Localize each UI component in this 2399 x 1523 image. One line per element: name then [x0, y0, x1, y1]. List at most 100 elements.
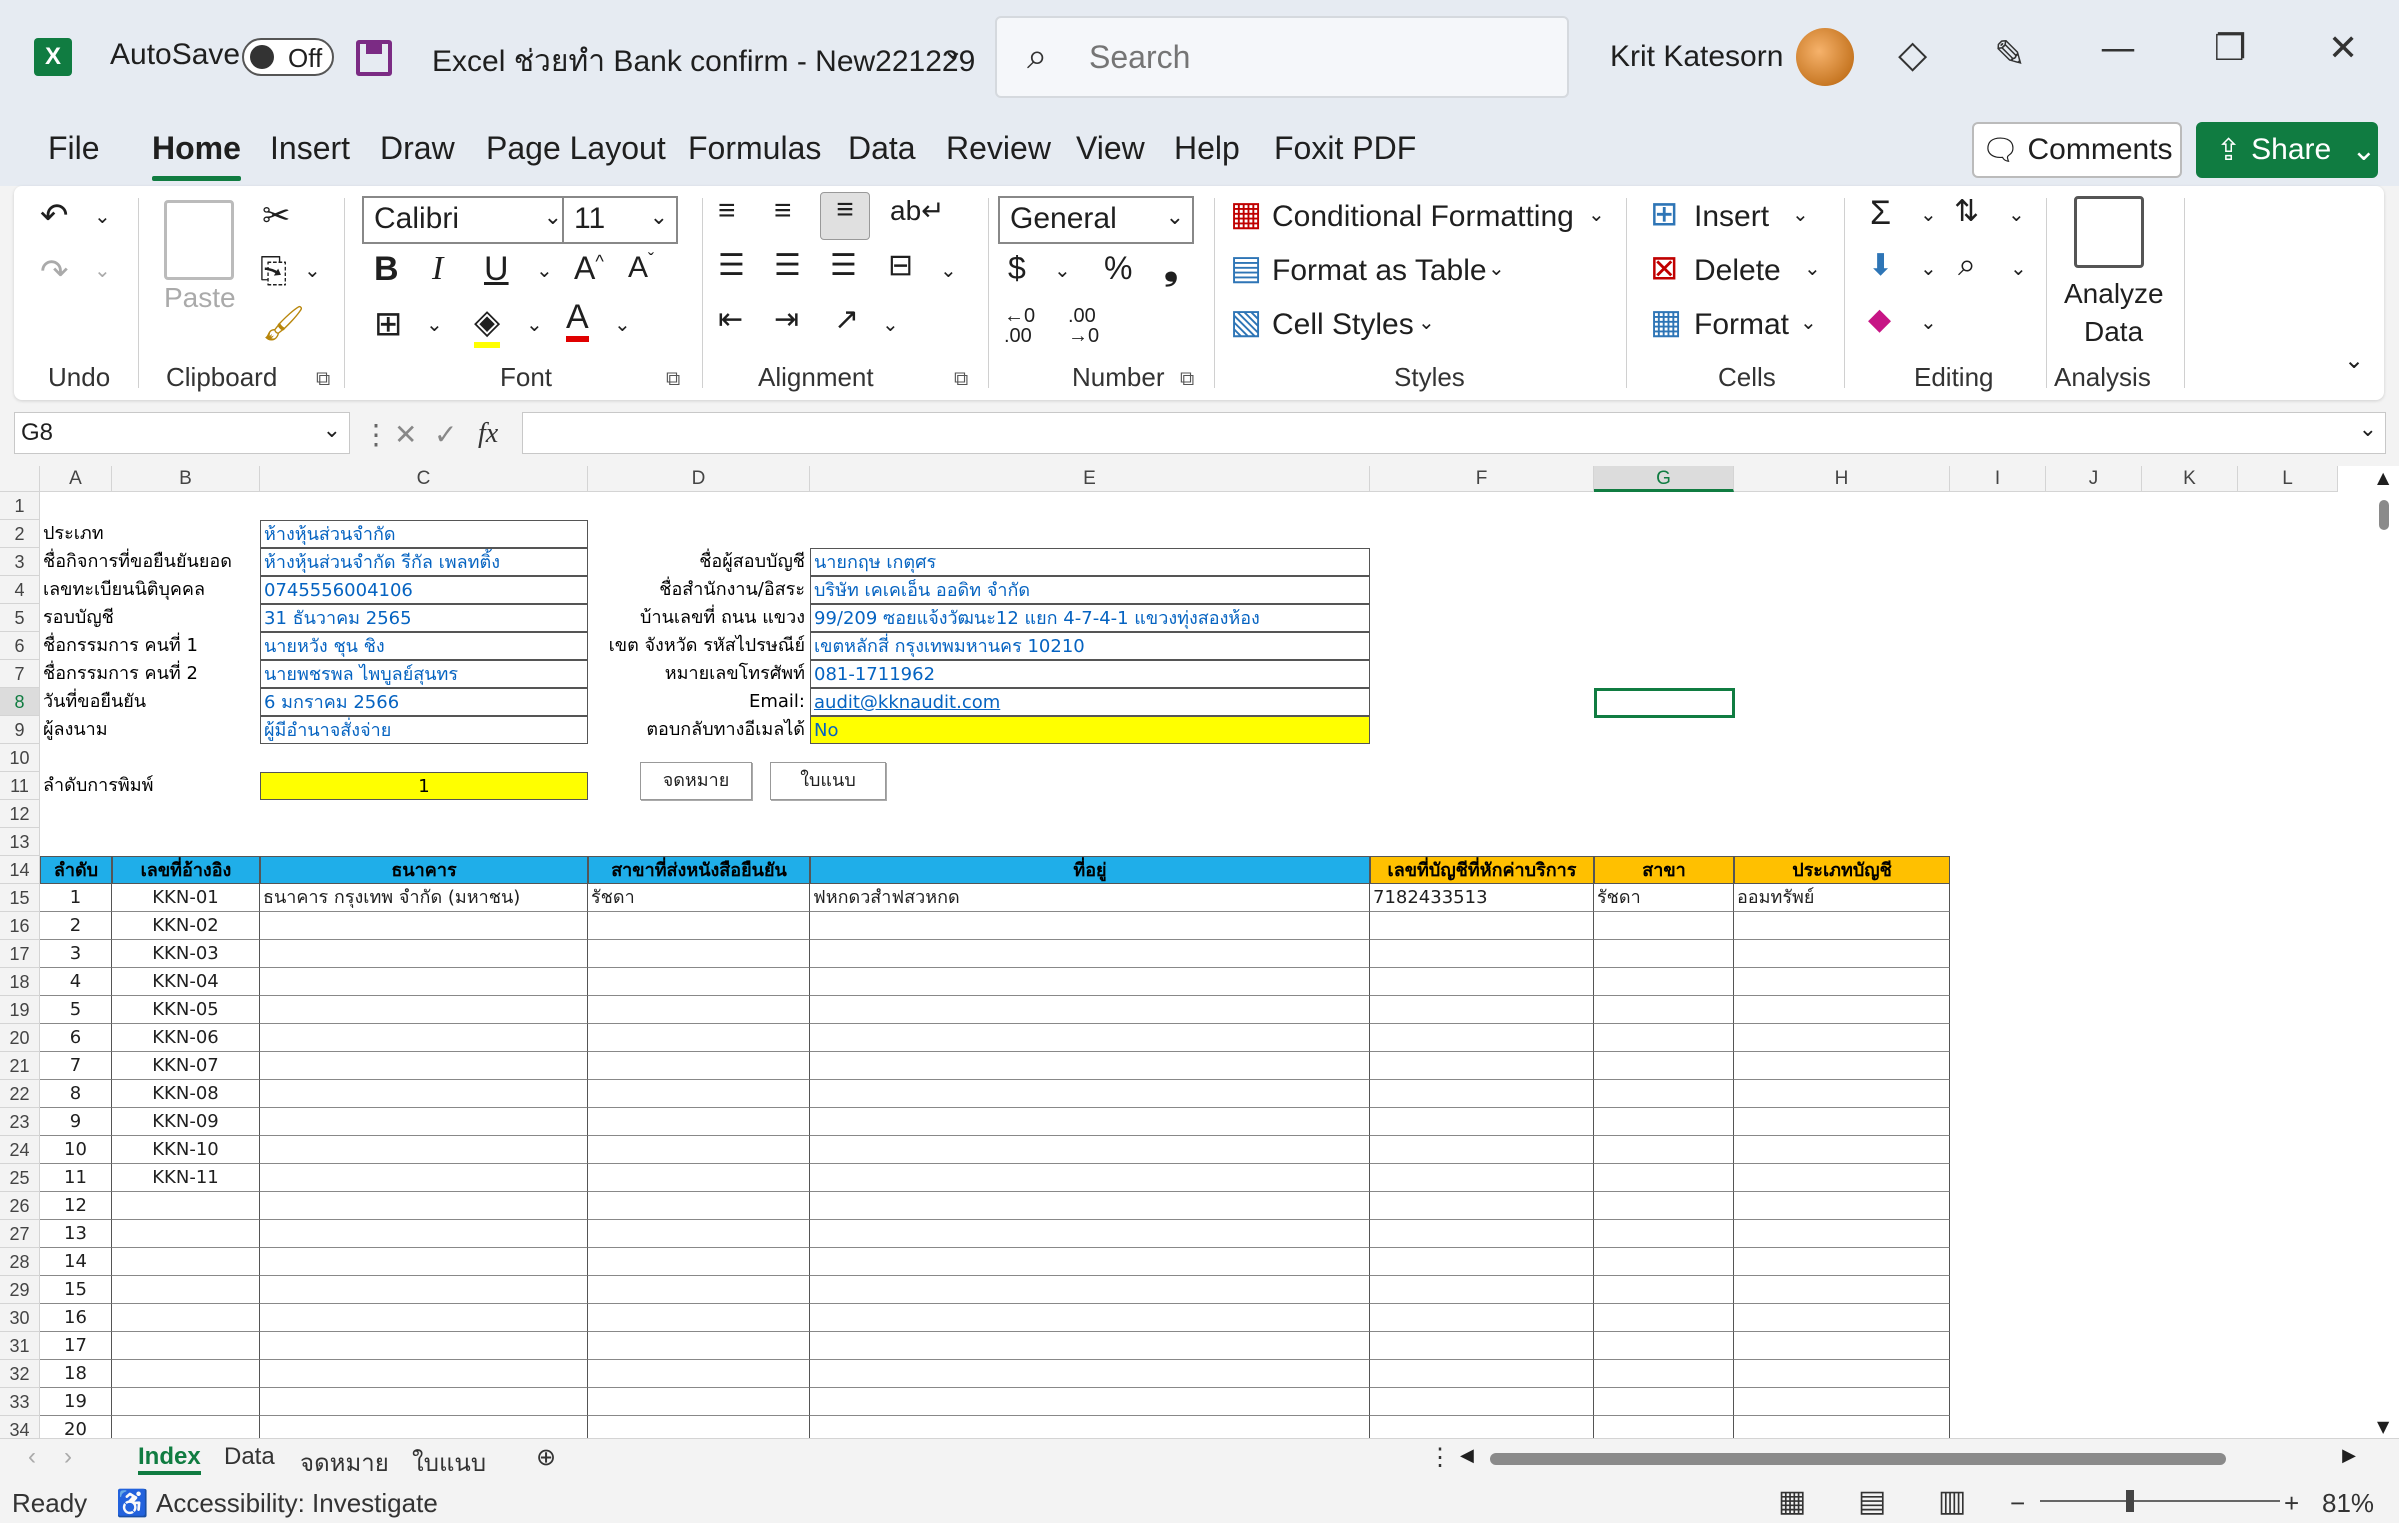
chevron-down-icon[interactable]: ⌄ [526, 312, 543, 337]
table-cell[interactable] [1734, 1416, 1950, 1438]
delete-cells-button[interactable]: Delete [1694, 254, 1781, 288]
table-cell[interactable] [1594, 968, 1734, 996]
zoom-out-icon[interactable]: − [2010, 1488, 2025, 1519]
table-cell-seq[interactable]: 7 [40, 1052, 112, 1080]
scroll-down-icon[interactable]: ▼ [2377, 1417, 2389, 1436]
cell-styles-button[interactable]: Cell Styles [1272, 308, 1414, 342]
table-cell-seq[interactable]: 5 [40, 996, 112, 1024]
info-value[interactable]: ผู้มีอำนาจสั่งจ่าย [260, 716, 588, 744]
table-cell[interactable] [1370, 1360, 1594, 1388]
row-header[interactable]: 9 [0, 716, 40, 744]
format-as-table-icon[interactable]: ▤ [1230, 248, 1262, 288]
chevron-down-icon[interactable]: ⌄ [940, 258, 957, 283]
table-cell[interactable] [810, 1248, 1370, 1276]
tab-view[interactable]: View [1076, 130, 1145, 167]
select-all-corner[interactable] [0, 466, 40, 492]
table-cell-seq[interactable]: 15 [40, 1276, 112, 1304]
align-left-icon[interactable]: ☰ [718, 248, 745, 283]
table-cell-seq[interactable]: 14 [40, 1248, 112, 1276]
table-cell-ref[interactable]: KKN-02 [112, 912, 260, 940]
table-header[interactable]: สาขา [1594, 856, 1734, 884]
table-cell-seq[interactable]: 9 [40, 1108, 112, 1136]
table-cell[interactable] [1594, 1108, 1734, 1136]
row-header[interactable]: 13 [0, 828, 40, 856]
chevron-down-icon[interactable]: ⌄ [1588, 202, 1605, 227]
table-cell[interactable] [1594, 1388, 1734, 1416]
table-cell[interactable] [810, 1052, 1370, 1080]
table-cell-ref[interactable] [112, 1360, 260, 1388]
page-break-view-icon[interactable]: ▥ [1938, 1484, 1966, 1519]
table-cell[interactable] [588, 1164, 810, 1192]
sheet-tab-letter[interactable]: จดหมาย [300, 1443, 389, 1482]
table-cell-seq[interactable]: 19 [40, 1388, 112, 1416]
table-cell[interactable] [810, 940, 1370, 968]
table-cell[interactable] [810, 1360, 1370, 1388]
pen-icon[interactable]: ✎ [1994, 32, 2026, 76]
sheet-tab-data[interactable]: Data [224, 1443, 275, 1471]
table-cell[interactable] [588, 1220, 810, 1248]
collapse-ribbon-icon[interactable]: ⌄ [2344, 346, 2364, 375]
row-header[interactable]: 1 [0, 492, 40, 520]
zoom-slider[interactable] [2040, 1490, 2280, 1512]
table-header[interactable]: ธนาคาร [260, 856, 588, 884]
clear-icon[interactable]: ◆ [1868, 302, 1891, 337]
comma-style-icon[interactable]: ❟ [1164, 246, 1178, 289]
table-cell[interactable] [260, 912, 588, 940]
spreadsheet-grid[interactable]: A B C D E F G H I J K L 1 2 3 4 5 6 7 8 9 10 11 12 1… [0, 466, 2399, 1438]
table-cell[interactable] [810, 1332, 1370, 1360]
table-cell[interactable] [588, 996, 810, 1024]
column-header[interactable]: H [1734, 466, 1950, 492]
table-header[interactable]: เลขที่บัญชีที่หักค่าบริการ [1370, 856, 1594, 884]
info-value[interactable]: ห้างหุ้นส่วนจำกัด รีกัล เพลทติ้ง [260, 548, 588, 576]
fill-icon[interactable]: ⬇ [1868, 248, 1893, 283]
table-cell[interactable] [810, 912, 1370, 940]
analyze-data-label-1[interactable]: Analyze [2064, 278, 2164, 310]
table-cell[interactable] [260, 1332, 588, 1360]
chevron-down-icon[interactable]: ⌄ [1920, 310, 1937, 335]
restore-icon[interactable]: ❐ [2214, 28, 2246, 69]
table-cell[interactable] [588, 968, 810, 996]
decrease-font-icon[interactable]: Aˇ [628, 250, 654, 285]
search-box[interactable]: ⌕ [995, 16, 1569, 98]
table-cell[interactable] [810, 1416, 1370, 1438]
table-cell-seq[interactable]: 13 [40, 1220, 112, 1248]
row-header[interactable]: 30 [0, 1304, 40, 1332]
table-cell[interactable] [1370, 940, 1594, 968]
chevron-down-icon[interactable]: ⌄ [94, 258, 111, 283]
row-header[interactable]: 20 [0, 1024, 40, 1052]
zoom-in-icon[interactable]: + [2284, 1488, 2299, 1519]
column-header[interactable]: D [588, 466, 810, 492]
column-header[interactable]: J [2046, 466, 2142, 492]
table-cell-ref[interactable] [112, 1304, 260, 1332]
page-layout-view-icon[interactable]: ▤ [1858, 1484, 1886, 1519]
cancel-icon[interactable]: ✕ [394, 418, 417, 452]
table-cell[interactable] [1734, 1136, 1950, 1164]
table-cell[interactable] [1370, 1388, 1594, 1416]
normal-view-icon[interactable]: ▦ [1778, 1484, 1806, 1519]
table-cell-ref[interactable] [112, 1388, 260, 1416]
column-header[interactable]: E [810, 466, 1370, 492]
column-header[interactable]: G [1594, 466, 1734, 492]
table-header[interactable]: เลขที่อ้างอิง [112, 856, 260, 884]
chevron-down-icon[interactable]: ⌄ [1804, 256, 1821, 281]
info-value[interactable]: นายพชรพล ไพบูลย์สุนทร [260, 660, 588, 688]
table-cell[interactable] [810, 1024, 1370, 1052]
zoom-level[interactable]: 81% [2322, 1488, 2374, 1519]
table-cell-ref[interactable] [112, 1220, 260, 1248]
table-cell[interactable] [260, 1136, 588, 1164]
table-cell-ref[interactable] [112, 1248, 260, 1276]
tab-file[interactable]: File [48, 130, 100, 167]
table-cell[interactable] [1734, 1304, 1950, 1332]
table-cell[interactable] [1370, 1024, 1594, 1052]
table-cell[interactable] [588, 1052, 810, 1080]
font-name-select[interactable]: Calibri ⌄ [362, 196, 572, 244]
letter-button[interactable]: จดหมาย [640, 762, 752, 800]
column-header[interactable]: I [1950, 466, 2046, 492]
column-header[interactable]: B [112, 466, 260, 492]
chevron-down-icon[interactable]: ⌄ [1488, 256, 1505, 281]
row-header[interactable]: 5 [0, 604, 40, 632]
table-cell[interactable] [588, 1388, 810, 1416]
user-name[interactable]: Krit Katesorn [1610, 40, 1783, 74]
table-cell[interactable] [260, 1024, 588, 1052]
table-cell[interactable] [260, 1192, 588, 1220]
